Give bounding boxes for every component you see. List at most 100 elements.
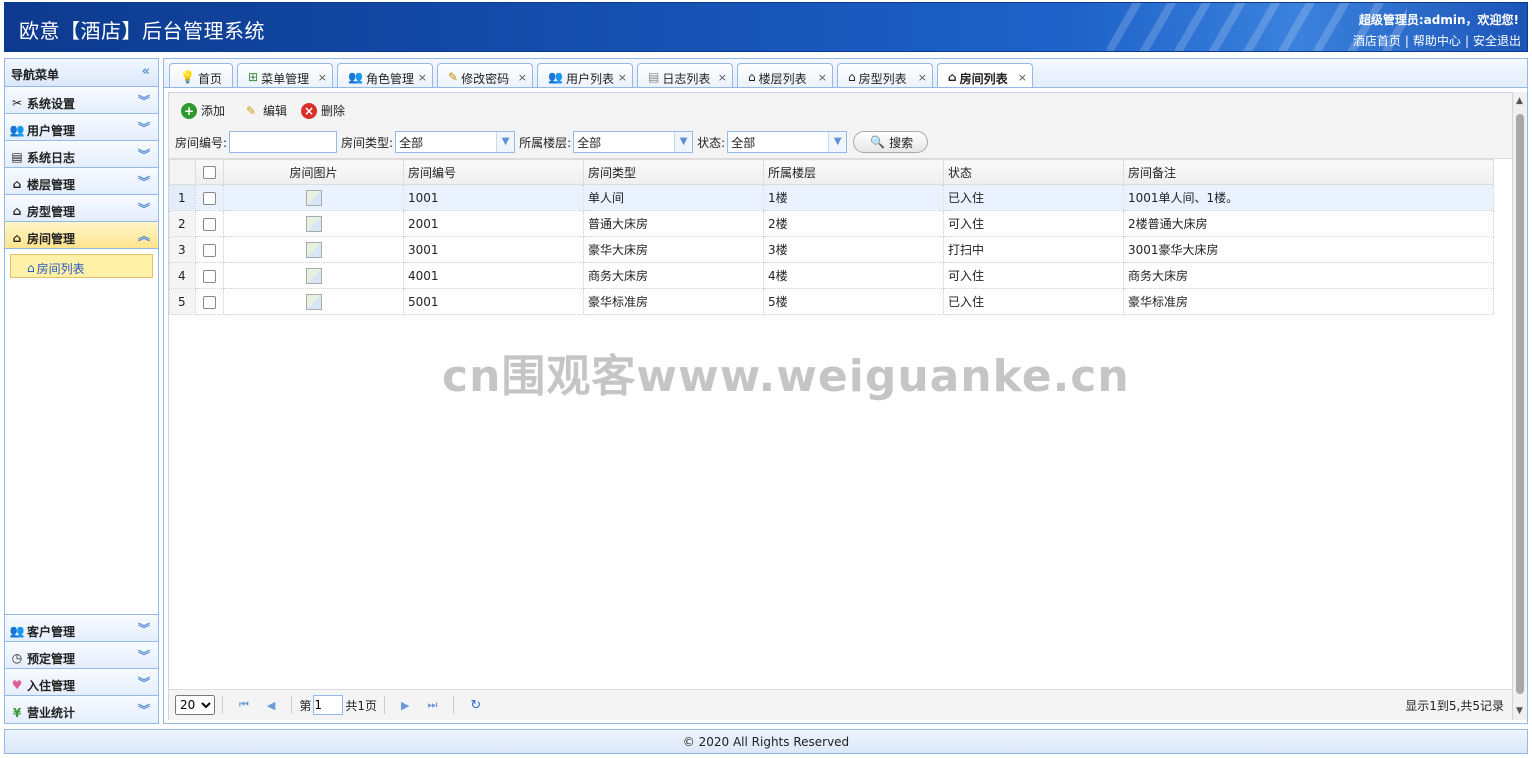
prev-page-icon[interactable]: ◀ xyxy=(267,699,275,712)
column-header-room-type[interactable]: 房间类型 xyxy=(583,159,764,185)
tab-room-type-list[interactable]: ⌂ 房型列表 × xyxy=(837,63,933,89)
add-button[interactable]: + 添加 xyxy=(181,102,225,119)
sidebar-item-label: 用户管理 xyxy=(27,123,76,138)
tab-floor-list[interactable]: ⌂ 楼层列表 × xyxy=(737,63,833,89)
refresh-icon[interactable]: ↻ xyxy=(470,698,481,713)
page-size-select[interactable]: 20 xyxy=(175,695,215,715)
sidebar-item-customer-management[interactable]: 👥 客户管理 ︾ xyxy=(5,615,158,642)
tab-bar: 💡 首页 ⊞ 菜单管理 × 👥 角色管理 × ✎ 修改密码 × 👥 用户列表 ×… xyxy=(163,58,1528,90)
last-page-icon[interactable]: ⏭ xyxy=(428,698,438,712)
search-button[interactable]: 🔍 搜索 xyxy=(853,131,929,153)
tab-log-list[interactable]: ▤ 日志列表 × xyxy=(637,63,733,89)
sidebar-subitem-room-list[interactable]: ⌂ 房间列表 xyxy=(10,254,153,278)
chevron-down-icon[interactable]: ︾ xyxy=(138,674,150,691)
tab-user-list[interactable]: 👥 用户列表 × xyxy=(537,63,633,89)
column-header-room-image[interactable]: 房间图片 xyxy=(223,159,404,185)
close-icon[interactable]: × xyxy=(818,71,827,84)
sidebar-item-floor-management[interactable]: ⌂ 楼层管理 ︾ xyxy=(5,168,158,195)
search-bar: 房间编号: 房间类型: 全部 ▼ 所属楼层: 全部 ▼ 状态: 全部 ▼ 🔍 搜… xyxy=(175,131,929,153)
chevron-down-icon[interactable]: ︾ xyxy=(138,701,150,718)
row-checkbox[interactable] xyxy=(203,295,216,309)
sidebar-item-label: 房间管理 xyxy=(27,231,76,246)
delete-button[interactable]: × 删除 xyxy=(301,102,345,119)
row-checkbox[interactable] xyxy=(203,217,216,231)
tab-change-password[interactable]: ✎ 修改密码 × xyxy=(437,63,533,89)
link-hotel-home[interactable]: 酒店首页 xyxy=(1353,34,1401,48)
row-checkbox[interactable] xyxy=(203,269,216,283)
table-row[interactable]: 2 2001 普通大床房 2楼 可入住 2楼普通大床房 xyxy=(169,210,1494,237)
chevron-down-icon[interactable]: ︾ xyxy=(138,200,150,217)
room-type-select[interactable]: 全部 ▼ xyxy=(395,131,516,153)
sidebar-item-booking-management[interactable]: ◷ 预定管理 ︾ xyxy=(5,642,158,669)
log-icon: ▤ xyxy=(11,150,23,164)
row-number: 5 xyxy=(169,288,196,315)
sidebar-item-system-log[interactable]: ▤ 系统日志 ︾ xyxy=(5,141,158,168)
room-no-cell: 1001 xyxy=(403,184,584,211)
chevron-down-icon[interactable]: ▼ xyxy=(828,132,847,152)
sidebar-item-user-management[interactable]: 👥 用户管理 ︾ xyxy=(5,114,158,141)
room-no-input[interactable] xyxy=(229,131,338,153)
page-number-input[interactable] xyxy=(313,695,344,715)
chevron-down-icon[interactable]: ︾ xyxy=(138,620,150,637)
close-icon[interactable]: × xyxy=(518,71,527,84)
edit-button[interactable]: ✎ 编辑 xyxy=(243,102,287,119)
floor-select[interactable]: 全部 ▼ xyxy=(573,131,694,153)
chevron-down-icon[interactable]: ︾ xyxy=(138,647,150,664)
first-page-icon[interactable]: ⏮ xyxy=(239,698,249,712)
room-image xyxy=(305,293,322,310)
row-checkbox[interactable] xyxy=(203,191,216,205)
row-checkbox[interactable] xyxy=(203,243,216,257)
close-icon[interactable]: × xyxy=(918,71,927,84)
scroll-up-icon[interactable]: ▲ xyxy=(1516,96,1523,106)
table-row[interactable]: 4 4001 商务大床房 4楼 可入住 商务大床房 xyxy=(169,262,1494,289)
sidebar-item-room-type-management[interactable]: ⌂ 房型管理 ︾ xyxy=(5,195,158,222)
chevron-down-icon[interactable]: ▼ xyxy=(496,132,515,152)
column-header-floor[interactable]: 所属楼层 xyxy=(763,159,944,185)
close-icon[interactable]: × xyxy=(318,71,327,84)
page-prefix-label: 第 xyxy=(299,698,312,713)
chevron-down-icon[interactable]: ︾ xyxy=(138,146,150,163)
next-page-icon[interactable]: ▶ xyxy=(401,699,409,712)
column-header-room-note[interactable]: 房间备注 xyxy=(1123,159,1494,185)
sidebar-item-room-management[interactable]: ⌂ 房间管理 ︽ xyxy=(5,222,158,249)
select-all-checkbox[interactable] xyxy=(203,166,216,179)
chevron-down-icon[interactable]: ︾ xyxy=(138,92,150,109)
chevron-down-icon[interactable]: ︾ xyxy=(138,119,150,136)
scrollbar-thumb[interactable] xyxy=(1516,114,1524,694)
chevron-up-icon[interactable]: ︽ xyxy=(138,227,150,244)
sidebar-item-system-settings[interactable]: ✂ 系统设置 ︾ xyxy=(5,87,158,114)
nav-sidebar: 导航菜单 « ✂ 系统设置 ︾ 👥 用户管理 ︾ ▤ 系统日志 ︾ ⌂ 楼层管理… xyxy=(4,58,159,724)
tab-menu-management[interactable]: ⊞ 菜单管理 × xyxy=(237,63,333,89)
status-cell: 打扫中 xyxy=(943,236,1124,263)
room-no-cell: 2001 xyxy=(403,210,584,237)
content-panel: + 添加 ✎ 编辑 × 删除 房间编号: 房间类型: 全部 ▼ 所属楼层: 全部… xyxy=(163,87,1528,724)
table-row[interactable]: 3 3001 豪华大床房 3楼 打扫中 3001豪华大床房 xyxy=(169,236,1494,263)
room-type-cell: 单人间 xyxy=(583,184,764,211)
table-row[interactable]: 1 1001 单人间 1楼 已入住 1001单人间、1楼。 xyxy=(169,184,1494,211)
plus-icon: + xyxy=(181,102,197,119)
tab-role-management[interactable]: 👥 角色管理 × xyxy=(337,63,433,89)
chevron-down-icon[interactable]: ︾ xyxy=(138,173,150,190)
status-select[interactable]: 全部 ▼ xyxy=(727,131,848,153)
room-type-cell: 豪华大床房 xyxy=(583,236,764,263)
scroll-down-icon[interactable]: ▼ xyxy=(1516,706,1523,716)
chevron-down-icon[interactable]: ▼ xyxy=(674,132,693,152)
sidebar-item-checkin-management[interactable]: ♥ 入住管理 ︾ xyxy=(5,669,158,696)
column-header-room-no[interactable]: 房间编号 xyxy=(403,159,584,185)
collapse-sidebar-icon[interactable]: « xyxy=(142,64,150,79)
tab-room-list[interactable]: ⌂ 房间列表 × xyxy=(937,63,1033,90)
room-no-cell: 4001 xyxy=(403,262,584,289)
search-button-label: 搜索 xyxy=(889,135,914,150)
close-icon[interactable]: × xyxy=(1018,71,1027,84)
tab-label: 日志列表 xyxy=(662,72,711,86)
close-icon[interactable]: × xyxy=(618,71,627,84)
link-logout[interactable]: 安全退出 xyxy=(1473,34,1521,48)
close-icon[interactable]: × xyxy=(718,71,727,84)
sidebar-item-business-statistics[interactable]: ¥ 营业统计 ︾ xyxy=(5,696,158,723)
tab-home[interactable]: 💡 首页 xyxy=(169,63,233,89)
column-header-status[interactable]: 状态 xyxy=(943,159,1124,185)
close-icon[interactable]: × xyxy=(418,71,427,84)
link-help-center[interactable]: 帮助中心 xyxy=(1413,34,1461,48)
vertical-scrollbar[interactable]: ▲ ▼ xyxy=(1513,92,1527,720)
table-row[interactable]: 5 5001 豪华标准房 5楼 已入住 豪华标准房 xyxy=(169,288,1494,315)
